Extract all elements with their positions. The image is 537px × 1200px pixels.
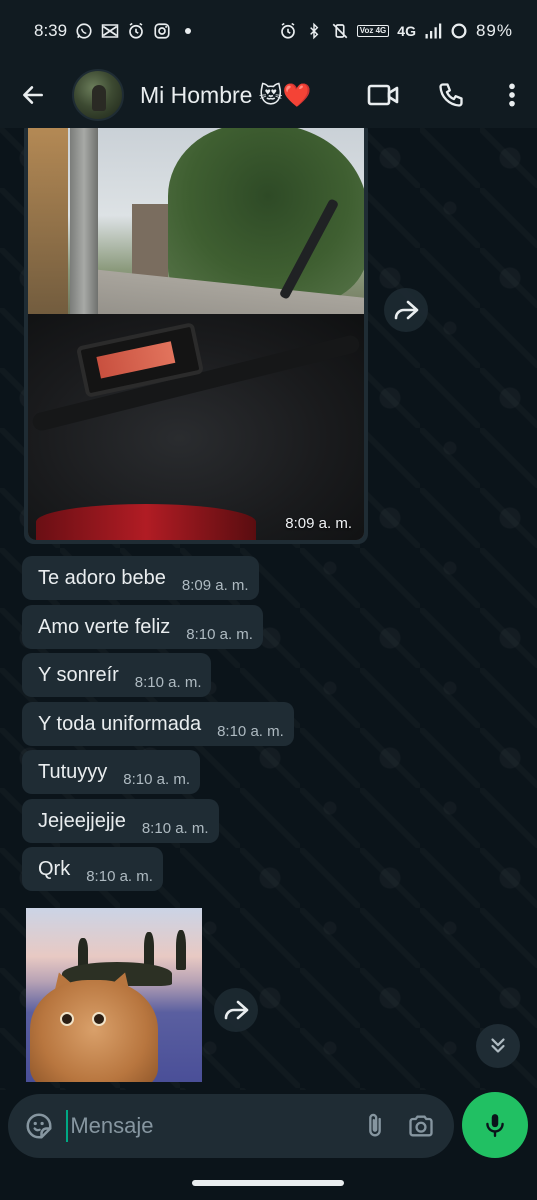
- paperclip-icon: [369, 1113, 382, 1137]
- status-bar-left: 8:39: [34, 21, 192, 41]
- message-bubble[interactable]: Te adoro bebe 8:09 a. m.: [22, 556, 259, 600]
- whatsapp-icon: [75, 22, 93, 40]
- alarm-icon: [279, 22, 297, 40]
- home-indicator[interactable]: [192, 1180, 344, 1186]
- message-time: 8:10 a. m.: [186, 625, 253, 643]
- notification-dot-icon: [185, 28, 192, 34]
- motorcycle-photo[interactable]: 8:09 a. m.: [28, 128, 364, 540]
- message-time: 8:10 a. m.: [134, 673, 202, 691]
- camera-button[interactable]: [404, 1106, 438, 1146]
- message-bubble[interactable]: Y toda uniformada 8:10 a. m.: [22, 702, 294, 746]
- message-text: Amo verte feliz: [38, 615, 171, 638]
- mic-icon: [486, 1114, 504, 1138]
- image-message[interactable]: 8:09 a. m.: [24, 128, 368, 544]
- status-bar: 8:39 Voz 4G 4G 89%: [0, 0, 537, 62]
- message-bubble[interactable]: Y sonreír 8:10 a. m.: [22, 653, 212, 697]
- message-input[interactable]: [70, 1106, 359, 1146]
- text-caret: [65, 1110, 69, 1142]
- message-time: 8:10 a. m.: [141, 819, 209, 837]
- forward-button[interactable]: [384, 288, 428, 332]
- video-call-icon: [367, 84, 399, 106]
- status-time: 8:39: [34, 21, 68, 40]
- cat-sticker-image[interactable]: [26, 908, 202, 1082]
- chevrons-down-icon: [491, 1038, 505, 1053]
- attach-button[interactable]: [358, 1106, 392, 1146]
- chat-area[interactable]: 8:09 a. m. Te adoro bebe 8:09 a. m. Amo …: [0, 128, 537, 1090]
- message-time: 8:09 a. m.: [285, 515, 352, 532]
- voice-call-button[interactable]: [429, 73, 473, 117]
- message-text: Qrk: [38, 857, 71, 880]
- scroll-to-bottom-button[interactable]: [476, 1024, 520, 1068]
- message-text: Y toda uniformada: [38, 712, 202, 735]
- emoji-sticker-icon: [26, 1113, 52, 1139]
- volte-badge: Voz 4G: [356, 25, 390, 37]
- message-text: Y sonreír: [38, 663, 119, 686]
- back-arrow-icon: [23, 86, 43, 104]
- video-call-button[interactable]: [361, 73, 405, 117]
- message-bubble[interactable]: Qrk 8:10 a. m.: [22, 847, 163, 891]
- more-options-button[interactable]: [497, 73, 527, 117]
- message-time: 8:09 a. m.: [181, 576, 249, 594]
- forward-icon: [394, 300, 419, 320]
- message-time: 8:10 a. m.: [217, 722, 284, 740]
- instagram-icon: [153, 22, 171, 40]
- message-composer: [0, 1090, 537, 1200]
- message-text: Te adoro bebe: [38, 566, 166, 589]
- sticker-message[interactable]: [22, 904, 206, 1086]
- forward-icon: [224, 1000, 249, 1020]
- voice-message-button[interactable]: [462, 1092, 528, 1158]
- message-time: 8:10 a. m.: [123, 770, 190, 788]
- contact-avatar[interactable]: [72, 69, 124, 121]
- battery-ring-icon: [450, 22, 468, 40]
- message-text: Jejeejjejje: [38, 809, 126, 832]
- status-bar-right: Voz 4G 4G 89%: [279, 21, 513, 41]
- alarm-icon: [127, 22, 145, 40]
- more-vert-icon: [509, 83, 515, 107]
- battery-percent: 89%: [475, 21, 513, 40]
- emoji-sticker-button[interactable]: [22, 1106, 56, 1146]
- back-button[interactable]: [14, 76, 52, 114]
- camera-icon: [409, 1115, 433, 1137]
- contact-name[interactable]: Mi Hombre 😻❤️: [140, 82, 361, 109]
- network-type: 4G: [397, 23, 416, 39]
- message-time: 8:10 a. m.: [86, 867, 153, 885]
- message-bubble[interactable]: Jejeejjejje 8:10 a. m.: [22, 799, 219, 843]
- message-bubble[interactable]: Tutuyyy 8:10 a. m.: [22, 750, 200, 794]
- message-input-field[interactable]: [8, 1094, 454, 1158]
- signal-icon: [424, 22, 442, 40]
- forward-button[interactable]: [214, 988, 258, 1032]
- chat-header: Mi Hombre 😻❤️: [0, 62, 537, 128]
- vibrate-mute-icon: [331, 22, 349, 40]
- message-bubble[interactable]: Amo verte feliz 8:10 a. m.: [22, 605, 263, 649]
- message-text: Tutuyyy: [38, 760, 108, 783]
- capcut-icon: [101, 22, 119, 40]
- phone-icon: [439, 83, 463, 107]
- bluetooth-icon: [305, 22, 323, 40]
